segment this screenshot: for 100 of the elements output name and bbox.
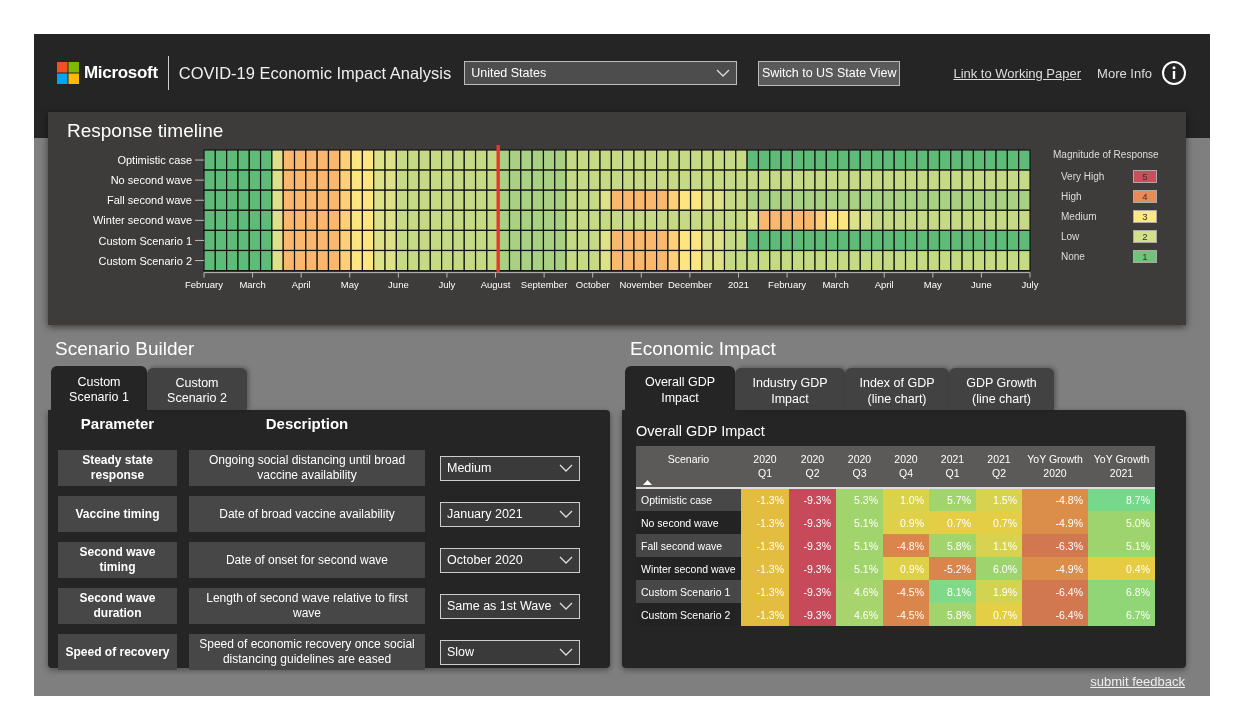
axis-label: March	[822, 278, 849, 290]
legend-label: None	[1061, 250, 1086, 262]
row-label: No second wave	[110, 174, 192, 187]
legend-label: Low	[1061, 230, 1081, 242]
axis-label: February	[185, 278, 223, 290]
value-cell: 5.8%	[929, 603, 976, 626]
axis-label: April	[874, 278, 894, 290]
parameter-cell: Speed of recovery	[58, 634, 177, 670]
logo-icon	[57, 62, 79, 84]
legend-swatch: 2	[1133, 229, 1157, 243]
value-cell: 0.7%	[976, 603, 1022, 626]
view-tab[interactable]: GDP Growth (line chart)	[949, 368, 1054, 410]
scenario-tab[interactable]: Custom Scenario 2	[147, 368, 247, 410]
value-cell: 8.1%	[929, 580, 976, 603]
column-header: 2021 Q2	[976, 446, 1022, 488]
value-cell: -9.3%	[789, 488, 836, 511]
scenario-tab[interactable]: Custom Scenario 1	[51, 366, 147, 410]
value-cell: 5.1%	[836, 511, 883, 534]
row-label: Custom Scenario 2	[98, 254, 192, 267]
value-cell: 5.7%	[929, 488, 976, 511]
column-header: 2020 Q2	[789, 446, 836, 488]
column-header: 2020 Q1	[741, 446, 789, 488]
country-dropdown[interactable]: United States	[464, 61, 738, 85]
axis-label: November	[619, 278, 664, 290]
description-cell: Ongoing social distancing until broad vaccine availability	[189, 450, 425, 486]
chevron-down-icon	[559, 556, 573, 564]
value-cell: -4.8%	[1022, 488, 1088, 511]
value-cell: 0.7%	[929, 511, 976, 534]
legend-swatch: 1	[1133, 249, 1157, 263]
table-title: Overall GDP Impact	[636, 423, 765, 441]
column-header[interactable]: Scenario	[636, 446, 741, 488]
parameter-dropdown[interactable]: Medium	[440, 455, 580, 481]
scenario-cell: No second wave	[636, 511, 741, 534]
value-cell: 1.9%	[976, 580, 1022, 603]
description-cell: Date of broad vaccine availability	[189, 496, 425, 532]
value-cell: 5.0%	[1088, 511, 1155, 534]
column-header: 2020 Q4	[883, 446, 929, 488]
brand-name: Microsoft	[84, 63, 158, 83]
view-tab[interactable]: Industry GDP Impact	[735, 368, 845, 410]
value-cell: -1.3%	[741, 511, 789, 534]
working-paper-link[interactable]: Link to Working Paper	[953, 65, 1082, 81]
value-cell: 5.8%	[929, 534, 976, 557]
value-cell: 6.0%	[976, 557, 1022, 580]
parameter-cell: Second wave timing	[58, 542, 177, 578]
scenario-cell: Fall second wave	[636, 534, 741, 557]
parameter-dropdown[interactable]: Slow	[440, 639, 580, 665]
axis-label: August	[480, 278, 511, 290]
axis-label: December	[668, 278, 712, 290]
chevron-down-icon	[716, 69, 731, 77]
chevron-down-icon	[559, 648, 573, 656]
value-cell: -9.3%	[789, 580, 836, 603]
value-cell: -9.3%	[789, 603, 836, 626]
value-cell: -6.3%	[1022, 534, 1088, 557]
section-title: Response timeline	[67, 120, 224, 142]
chevron-down-icon	[559, 510, 573, 518]
column-header: Parameter	[79, 414, 156, 434]
value-cell: -1.3%	[741, 557, 789, 580]
scenario-cell: Winter second wave	[636, 557, 741, 580]
legend-title: Magnitude of Response	[1053, 149, 1159, 160]
legend-swatch: 3	[1133, 209, 1157, 223]
column-header: 2020 Q3	[836, 446, 883, 488]
axis-label: June	[971, 278, 992, 290]
value-cell: 8.7%	[1088, 488, 1155, 511]
parameter-cell: Second wave duration	[58, 588, 177, 624]
feedback-link[interactable]: submit feedback	[1090, 674, 1185, 689]
scenario-cell: Custom Scenario 1	[636, 580, 741, 603]
value-cell: 5.1%	[836, 557, 883, 580]
sort-ascending-icon[interactable]	[643, 480, 652, 485]
value-cell: 6.7%	[1088, 603, 1155, 626]
parameter-cell: Steady state response	[58, 450, 177, 486]
axis-label: October	[575, 278, 610, 290]
value-cell: -4.9%	[1022, 511, 1088, 534]
app-title: COVID-19 Economic Impact Analysis	[178, 63, 452, 83]
scenario-cell: Custom Scenario 2	[636, 603, 741, 626]
axis-label: May	[923, 278, 942, 290]
parameter-dropdown[interactable]: January 2021	[440, 501, 580, 527]
parameter-dropdown[interactable]: October 2020	[440, 547, 580, 573]
value-cell: -1.3%	[741, 534, 789, 557]
info-icon[interactable]	[1162, 61, 1186, 85]
description-cell: Date of onset for second wave	[189, 542, 425, 578]
axis-label: February	[768, 278, 807, 290]
view-tab[interactable]: Overall GDP Impact	[625, 366, 735, 410]
scenario-cell: Optimistic case	[636, 488, 741, 511]
state-view-button[interactable]: Switch to US State View	[758, 60, 901, 86]
value-cell: 4.6%	[836, 603, 883, 626]
axis-label: March	[239, 278, 266, 290]
value-cell: 1.1%	[976, 534, 1022, 557]
description-cell: Speed of economic recovery once social distancing guidelines are eased	[189, 634, 425, 670]
description-cell: Length of second wave relative to first wave	[189, 588, 425, 624]
legend-label: Very High	[1061, 170, 1106, 182]
legend-label: High	[1061, 190, 1083, 202]
column-header: YoY Growth 2020	[1022, 446, 1088, 488]
value-cell: 1.5%	[976, 488, 1022, 511]
value-cell: -4.5%	[883, 603, 929, 626]
parameter-dropdown[interactable]: Same as 1st Wave	[440, 593, 580, 619]
value-cell: 0.9%	[883, 557, 929, 580]
view-tab[interactable]: Index of GDP (line chart)	[845, 368, 949, 410]
value-cell: 0.9%	[883, 511, 929, 534]
value-cell: -5.2%	[929, 557, 976, 580]
value-cell: 0.7%	[976, 511, 1022, 534]
